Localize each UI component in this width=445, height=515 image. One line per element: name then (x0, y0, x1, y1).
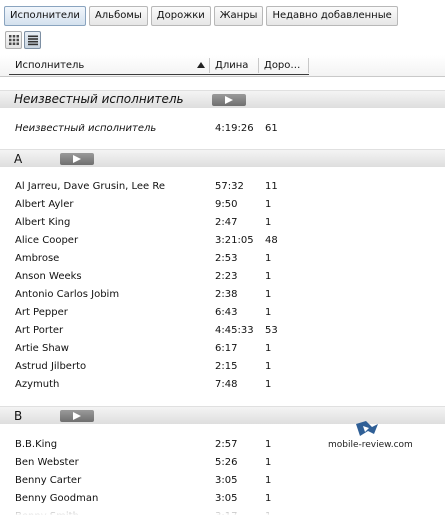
artist-track-count: 1 (265, 379, 272, 390)
artist-name: Artie Shaw (15, 343, 69, 354)
artist-name: Antonio Carlos Jobim (15, 289, 120, 300)
artist-length: 9:50 (215, 199, 238, 210)
artist-length: 2:15 (215, 361, 238, 372)
artist-length: 57:32 (215, 181, 244, 192)
artist-track-count: 1 (265, 439, 272, 450)
artist-name: Al Jarreu, Dave Grusin, Lee Re (15, 181, 166, 192)
artist-name: Azymuth (15, 379, 60, 390)
play-section-button[interactable] (212, 94, 246, 106)
artist-track-count: 1 (265, 271, 272, 282)
artist-name: Ambrose (15, 253, 60, 264)
play-icon (73, 155, 81, 163)
artist-length: 2:47 (215, 217, 238, 228)
table-row[interactable]: Al Jarreu, Dave Grusin, Lee Re 57:32 11 (0, 178, 445, 196)
column-divider[interactable] (209, 58, 210, 73)
artist-length: 6:17 (215, 343, 238, 354)
play-icon (73, 412, 81, 420)
artist-track-count: 11 (265, 181, 278, 192)
column-divider[interactable] (308, 58, 309, 73)
play-section-button[interactable] (60, 410, 94, 422)
list-view-button[interactable] (24, 31, 41, 49)
artist-length: 2:53 (215, 253, 238, 264)
table-row[interactable]: Artie Shaw 6:17 1 (0, 340, 445, 358)
table-row[interactable]: Benny Carter 3:05 1 (0, 472, 445, 490)
section-header-a: A (0, 149, 445, 167)
artist-name: Неизвестный исполнитель (15, 123, 157, 134)
artist-track-count: 1 (265, 475, 272, 486)
table-row[interactable]: Azymuth 7:48 1 (0, 376, 445, 394)
table-row[interactable]: Неизвестный исполнитель 4:19:26 61 (0, 120, 445, 138)
list-fade (0, 501, 445, 515)
artist-name: Astrud Jilberto (15, 361, 87, 372)
artist-length: 2:23 (215, 271, 238, 282)
watermark: mobile-review.com (328, 418, 438, 458)
column-length[interactable]: Длина (215, 55, 248, 76)
tab-genres[interactable]: Жанры (213, 6, 264, 26)
watermark-text: mobile-review.com (328, 440, 413, 450)
grid-view-icon (9, 35, 19, 45)
artist-length: 2:57 (215, 439, 238, 450)
section-title: Неизвестный исполнитель (14, 92, 184, 106)
artist-length: 2:38 (215, 289, 238, 300)
artist-name: B.B.King (15, 439, 58, 450)
artist-length: 6:43 (215, 307, 238, 318)
list-view-icon (28, 35, 38, 46)
section-title: A (14, 152, 23, 166)
artist-track-count: 1 (265, 217, 272, 228)
artist-name: Ben Webster (15, 457, 79, 468)
play-icon (225, 96, 233, 104)
play-section-button[interactable] (60, 153, 94, 165)
section-title: B (14, 409, 23, 423)
artist-track-count: 1 (265, 253, 272, 264)
table-row[interactable]: Art Pepper 6:43 1 (0, 304, 445, 322)
artist-track-count: 1 (265, 307, 272, 318)
artist-length: 3:21:05 (215, 235, 254, 246)
column-artist[interactable]: Исполнитель (15, 55, 84, 76)
mobile-review-logo-icon (356, 421, 378, 436)
artist-track-count: 53 (265, 325, 278, 336)
artist-track-count: 61 (265, 123, 278, 134)
table-row[interactable]: Antonio Carlos Jobim 2:38 1 (0, 286, 445, 304)
artist-name: Anson Weeks (15, 271, 82, 282)
artist-track-count: 1 (265, 343, 272, 354)
table-row[interactable]: Alice Cooper 3:21:05 48 (0, 232, 445, 250)
table-row[interactable]: Albert Ayler 9:50 1 (0, 196, 445, 214)
artist-track-count: 1 (265, 361, 272, 372)
artist-length: 4:19:26 (215, 123, 254, 134)
grid-view-button[interactable] (5, 31, 22, 49)
tab-recently-added[interactable]: Недавно добавленные (266, 6, 398, 26)
artist-length: 7:48 (215, 379, 238, 390)
tab-artists[interactable]: Исполнители (4, 6, 86, 26)
table-row[interactable]: Albert King 2:47 1 (0, 214, 445, 232)
tab-albums[interactable]: Альбомы (88, 6, 148, 26)
sort-ascending-icon (197, 62, 205, 68)
artist-name: Art Pepper (15, 307, 68, 318)
tab-tracks[interactable]: Дорожки (150, 6, 211, 26)
artist-length: 3:05 (215, 475, 238, 486)
artist-length: 4:45:33 (215, 325, 254, 336)
artist-name: Albert King (15, 217, 71, 228)
section-header-unknown: Неизвестный исполнитель (0, 90, 445, 108)
view-mode-bar (0, 29, 445, 51)
table-row[interactable]: Astrud Jilberto 2:15 1 (0, 358, 445, 376)
category-tabs: Исполнители Альбомы Дорожки Жанры Недавн… (0, 0, 445, 30)
artist-length: 5:26 (215, 457, 238, 468)
artist-track-count: 48 (265, 235, 278, 246)
header-underline (9, 74, 309, 75)
column-header: Исполнитель Длина Доро… (0, 55, 445, 77)
artist-name: Art Porter (15, 325, 64, 336)
artist-name: Alice Cooper (15, 235, 79, 246)
table-row[interactable]: Ambrose 2:53 1 (0, 250, 445, 268)
artist-name: Benny Carter (15, 475, 82, 486)
artist-track-count: 1 (265, 199, 272, 210)
artist-name: Albert Ayler (15, 199, 74, 210)
table-row[interactable]: Art Porter 4:45:33 53 (0, 322, 445, 340)
artist-track-count: 1 (265, 289, 272, 300)
column-divider[interactable] (258, 58, 259, 73)
artist-track-count: 1 (265, 457, 272, 468)
table-row[interactable]: Anson Weeks 2:23 1 (0, 268, 445, 286)
column-tracks[interactable]: Доро… (264, 55, 300, 76)
